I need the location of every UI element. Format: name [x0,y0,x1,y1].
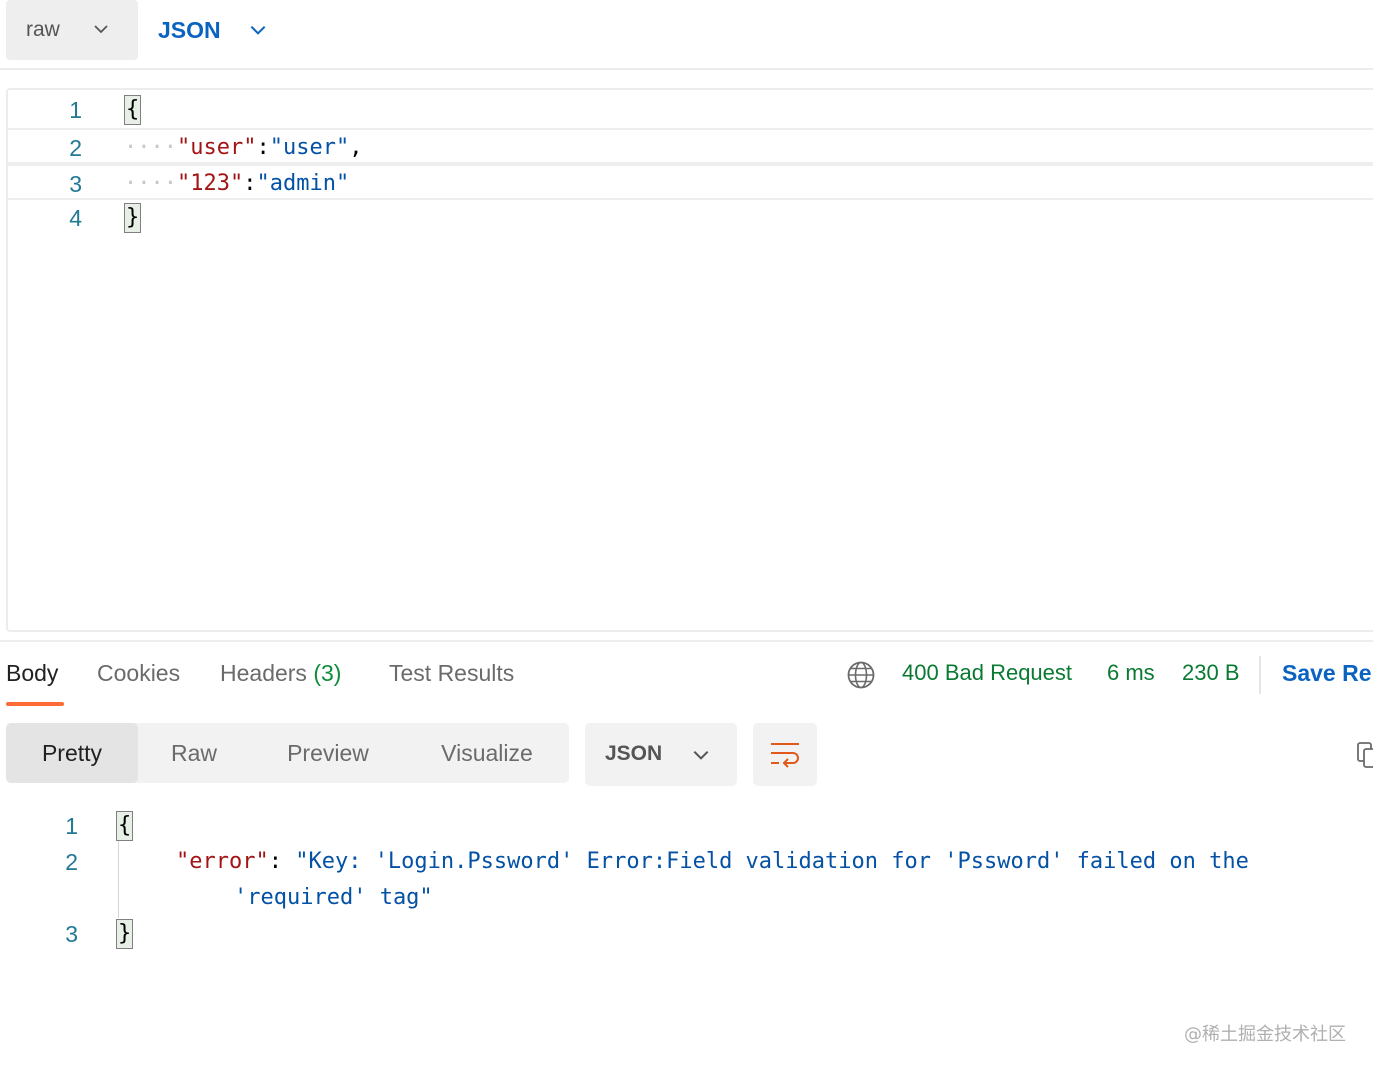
body-type-dropdown[interactable]: raw [6,0,138,60]
response-view-mode-group: Pretty Raw Preview Visualize [6,723,569,783]
tab-body[interactable]: Body [6,660,58,687]
comma: , [349,135,363,160]
response-line-wrapped: 'required' tag" [0,880,1373,916]
watermark: @稀土掘金技术社区 [1184,1024,1346,1045]
json-key: "123" [176,171,244,196]
editor-line: 1 { [8,92,1373,128]
json-value: "user" [269,135,350,160]
view-visualize-button[interactable]: Visualize [422,723,552,783]
body-type-label: raw [26,18,60,41]
request-body-editor[interactable]: 1 { 2 ····"user":"user", 3 ····"123":"ad… [6,88,1373,632]
active-tab-indicator [6,702,64,706]
request-body-toolbar: raw JSON [0,0,1373,70]
view-preview-button[interactable]: Preview [268,723,388,783]
chevron-down-icon [693,750,709,760]
response-line: 2 "error": "Key: 'Login.Pssword' Error:F… [0,844,1373,880]
line-number: 1 [65,813,78,839]
response-time[interactable]: 6 ms [1107,660,1155,686]
status-code[interactable]: 400 Bad Request [902,660,1072,686]
response-format-label: JSON [605,742,663,765]
line-number: 3 [65,921,78,947]
view-raw-button[interactable]: Raw [146,723,242,783]
language-label: JSON [158,16,221,43]
copy-icon[interactable] [1356,740,1373,770]
headers-count-badge: (3) [313,660,342,686]
tab-test-results[interactable]: Test Results [389,660,514,687]
line-number: 2 [65,849,78,875]
response-status-bar: 400 Bad Request 6 ms 230 B [846,650,1246,700]
json-value: "Key: 'Login.Pssword' Error:Field valida… [295,849,1249,874]
json-value: "admin" [256,171,350,196]
open-brace: { [124,95,142,125]
colon: : [256,135,270,160]
tab-headers[interactable]: Headers (3) [220,660,341,687]
line-number: 1 [69,97,82,123]
tab-headers-label: Headers [220,660,307,686]
view-pretty-button[interactable]: Pretty [6,723,138,783]
tab-cookies[interactable]: Cookies [97,660,180,687]
response-line: 1 { [0,808,1373,844]
pane-resize-divider[interactable] [0,640,1373,642]
wrap-lines-icon [771,743,799,768]
response-size[interactable]: 230 B [1182,660,1240,686]
close-brace: } [124,203,142,233]
wrap-lines-button[interactable] [753,723,817,786]
json-key: "user" [176,135,257,160]
editor-line: 4 } [8,200,1373,236]
colon: : [243,171,257,196]
open-brace: { [116,811,134,841]
close-brace: } [116,919,134,949]
editor-line: 2 ····"user":"user", [8,128,1373,164]
json-value-continued: 'required' tag" [234,885,433,910]
divider [1259,656,1261,694]
colon: : [268,849,296,874]
response-body-viewer[interactable]: 1 { 2 "error": "Key: 'Login.Pssword' Err… [0,808,1373,958]
line-number: 2 [69,135,82,161]
chevron-down-icon [94,25,108,34]
json-key: "error" [176,849,269,874]
chevron-down-icon [250,25,266,35]
save-response-button[interactable]: Save Re [1282,660,1372,687]
response-line: 3 } [0,916,1373,952]
response-format-dropdown[interactable]: JSON [585,723,737,786]
language-dropdown[interactable]: JSON [158,0,266,60]
globe-icon[interactable] [846,660,876,690]
line-number: 3 [69,171,82,197]
editor-line: 3 ····"123":"admin" [8,164,1373,200]
line-number: 4 [69,205,82,231]
